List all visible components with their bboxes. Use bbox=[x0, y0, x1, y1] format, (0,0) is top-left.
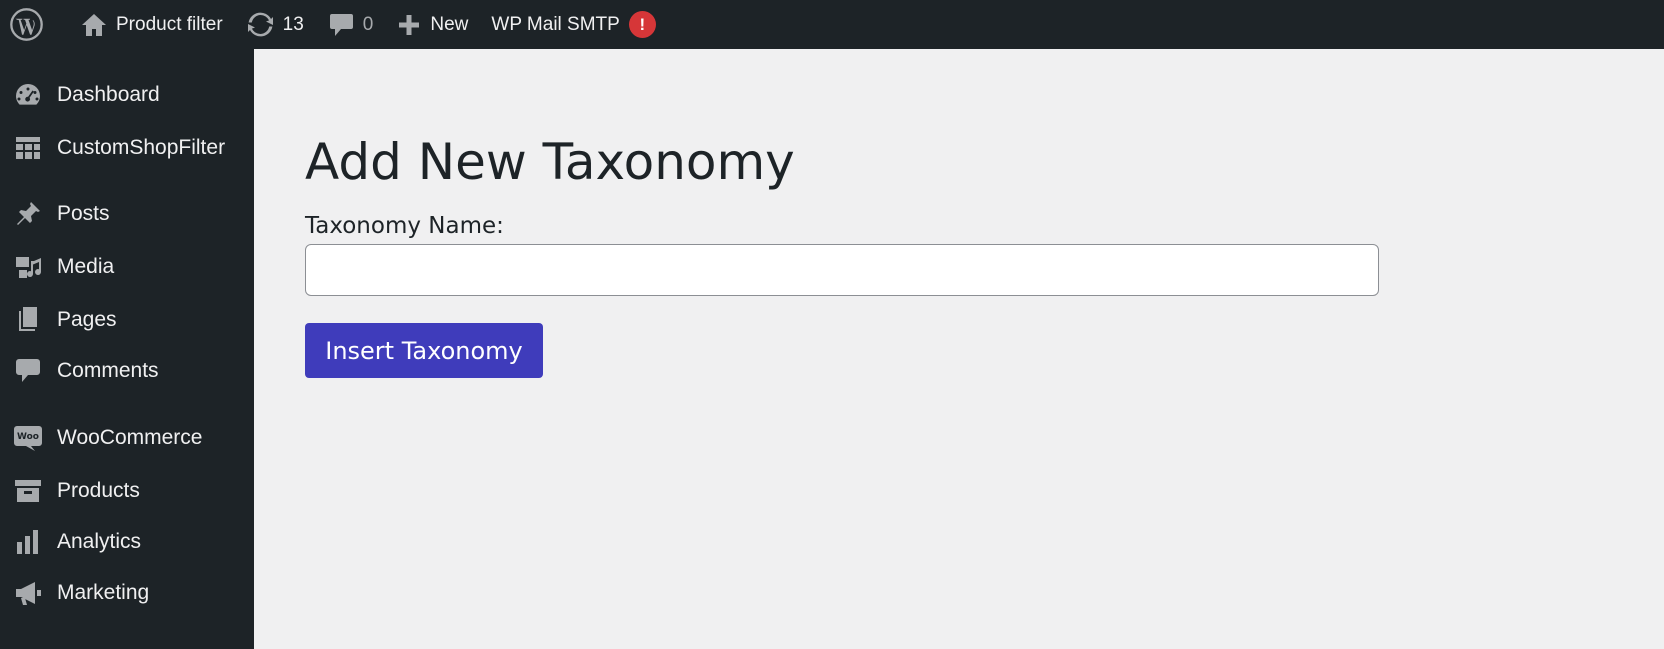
sidebar-item-label: Pages bbox=[57, 308, 117, 331]
home-icon bbox=[81, 13, 107, 37]
taxonomy-name-label: Taxonomy Name: bbox=[305, 213, 504, 239]
sidebar-item-marketing[interactable]: Marketing bbox=[0, 571, 254, 615]
sidebar-item-woocommerce[interactable]: Woo WooCommerce bbox=[0, 416, 254, 460]
sidebar-item-pages[interactable]: Pages bbox=[0, 298, 254, 342]
sidebar-item-comments[interactable]: Comments bbox=[0, 349, 254, 393]
pages-icon bbox=[13, 305, 43, 335]
chart-bar-icon bbox=[13, 527, 43, 557]
sidebar-item-media[interactable]: Media bbox=[0, 245, 254, 289]
woo-icon: Woo bbox=[13, 423, 43, 453]
alert-badge: ! bbox=[628, 11, 656, 38]
admin-bar: Product filter 13 0 New WP Mail SMTP ! bbox=[0, 0, 1664, 49]
site-name-link[interactable]: Product filter bbox=[70, 0, 234, 49]
wp-mail-smtp-link[interactable]: WP Mail SMTP ! bbox=[479, 0, 666, 49]
svg-text:Woo: Woo bbox=[17, 432, 39, 442]
new-label: New bbox=[430, 13, 469, 35]
comment-bubble-icon bbox=[329, 12, 354, 38]
insert-taxonomy-button[interactable]: Insert Taxonomy bbox=[305, 323, 543, 378]
site-name: Product filter bbox=[116, 13, 223, 35]
sidebar-item-products[interactable]: Products bbox=[0, 469, 254, 513]
sidebar-item-analytics[interactable]: Analytics bbox=[0, 520, 254, 564]
comments-link[interactable]: 0 bbox=[315, 0, 385, 49]
sidebar-item-label: CustomShopFilter bbox=[57, 136, 226, 159]
media-icon bbox=[13, 252, 43, 282]
updates-count: 13 bbox=[282, 13, 304, 35]
dashboard-icon bbox=[13, 80, 43, 110]
sidebar-item-label: WooCommerce bbox=[57, 426, 203, 449]
wordpress-logo-button[interactable] bbox=[0, 0, 70, 49]
pin-icon bbox=[13, 199, 43, 229]
sidebar-item-label: Dashboard bbox=[57, 83, 160, 106]
sidebar-item-label: Products bbox=[57, 479, 140, 502]
megaphone-icon bbox=[13, 578, 43, 608]
sidebar-item-label: Comments bbox=[57, 359, 159, 382]
sidebar-item-label: Media bbox=[57, 255, 115, 278]
comment-icon bbox=[13, 356, 43, 386]
admin-sidebar: Dashboard CustomShopFilter Posts Media P… bbox=[0, 49, 254, 649]
archive-icon bbox=[13, 476, 43, 506]
table-icon bbox=[13, 133, 43, 163]
page-title: Add New Taxonomy bbox=[305, 133, 795, 191]
plus-icon bbox=[397, 13, 421, 37]
sidebar-item-label: Analytics bbox=[57, 530, 142, 553]
comments-count: 0 bbox=[362, 13, 374, 35]
updates-icon bbox=[247, 12, 274, 37]
main-content: Add New Taxonomy Taxonomy Name: Insert T… bbox=[254, 49, 1664, 649]
sidebar-item-label: Posts bbox=[57, 202, 110, 225]
sidebar-item-label: Marketing bbox=[57, 581, 150, 604]
new-content-link[interactable]: New bbox=[384, 0, 479, 49]
sidebar-item-posts[interactable]: Posts bbox=[0, 192, 254, 236]
smtp-label: WP Mail SMTP bbox=[491, 13, 620, 35]
taxonomy-name-input[interactable] bbox=[305, 244, 1379, 296]
wordpress-logo-icon bbox=[10, 8, 43, 41]
sidebar-item-dashboard[interactable]: Dashboard bbox=[0, 73, 254, 117]
sidebar-item-customshopfilter[interactable]: CustomShopFilter bbox=[0, 126, 254, 170]
updates-link[interactable]: 13 bbox=[234, 0, 315, 49]
